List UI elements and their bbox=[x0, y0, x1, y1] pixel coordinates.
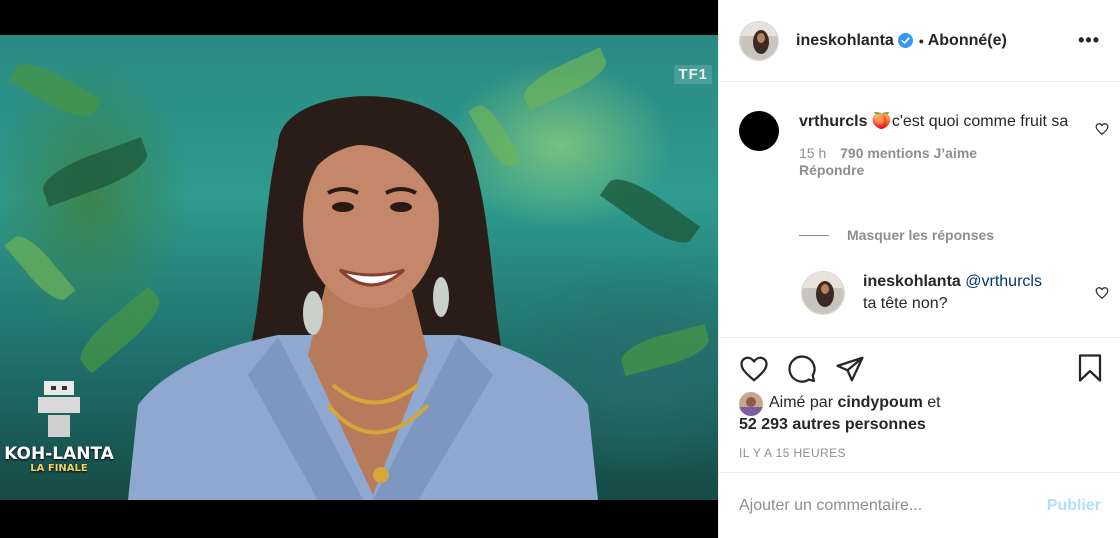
hide-replies-button[interactable]: Masquer les réponses bbox=[799, 227, 994, 243]
comment-time[interactable]: 15 h bbox=[799, 145, 826, 161]
post-timestamp[interactable]: IL Y A 15 HEURES bbox=[739, 446, 846, 460]
liker-avatar[interactable] bbox=[739, 392, 763, 416]
likes-count-button[interactable]: 52 293 autres personnes bbox=[739, 414, 941, 436]
hide-replies-line bbox=[799, 234, 829, 236]
video-frame: TF1 KOH-LANTA LA FINALE bbox=[0, 35, 718, 500]
commenter-username[interactable]: vrthurcls bbox=[799, 113, 867, 130]
reply-mention[interactable]: @vrthurcls bbox=[965, 273, 1042, 290]
reply-body: ineskohlanta @vrthurcls ta tête non? bbox=[863, 271, 1073, 315]
reply-author-avatar[interactable] bbox=[801, 271, 845, 315]
foliage bbox=[8, 54, 102, 126]
commenter-avatar[interactable] bbox=[739, 111, 779, 151]
verified-badge-icon bbox=[897, 33, 913, 48]
likes-summary: Aimé par cindypoum et 52 293 autres pers… bbox=[739, 392, 941, 436]
peach-emoji: 🍑 bbox=[871, 113, 892, 130]
likes-text: Aimé par cindypoum et 52 293 autres pers… bbox=[739, 392, 941, 436]
more-options-button[interactable]: ••• bbox=[1078, 30, 1100, 51]
comment-meta: 15 h 790 mentions J’aime Répondre bbox=[799, 145, 1069, 179]
save-bookmark-icon[interactable] bbox=[1075, 353, 1105, 383]
share-plane-icon[interactable] bbox=[835, 354, 865, 384]
show-subtitle: LA FINALE bbox=[30, 463, 88, 474]
comment-item: vrthurcls 🍑c'est quoi comme fruit sa 15 … bbox=[739, 111, 1109, 179]
foliage bbox=[617, 323, 713, 377]
channel-logo: TF1 bbox=[674, 65, 712, 84]
comment-body: vrthurcls 🍑c'est quoi comme fruit sa 15 … bbox=[799, 111, 1069, 179]
show-title: KOH-LANTA bbox=[4, 444, 114, 464]
comment-input[interactable] bbox=[739, 496, 1047, 515]
author-avatar[interactable] bbox=[739, 20, 779, 61]
action-icons bbox=[739, 354, 883, 384]
comment-likes[interactable]: 790 mentions J’aime bbox=[840, 145, 977, 161]
liked-by-conjunction: et bbox=[927, 394, 941, 411]
reply-text: ta tête non? bbox=[863, 295, 948, 312]
post-sidebar: ineskohlanta • Abonné(e) ••• vrthurcls 🍑… bbox=[718, 0, 1120, 538]
hide-replies-label: Masquer les réponses bbox=[847, 227, 995, 243]
like-heart-icon[interactable] bbox=[739, 354, 769, 384]
totem-icon bbox=[38, 381, 80, 437]
separator-dot: • bbox=[918, 32, 924, 49]
comment-like-heart-icon[interactable] bbox=[1095, 122, 1109, 136]
comment-bubble-icon[interactable] bbox=[787, 354, 817, 384]
publish-button[interactable]: Publier bbox=[1047, 497, 1101, 515]
add-comment-bar: Publier bbox=[719, 472, 1120, 538]
foliage bbox=[599, 169, 701, 253]
reply-like-heart-icon[interactable] bbox=[1095, 286, 1109, 300]
foliage bbox=[4, 229, 76, 307]
comment-text: c'est quoi comme fruit sa bbox=[891, 113, 1069, 130]
comments-list: vrthurcls 🍑c'est quoi comme fruit sa 15 … bbox=[719, 83, 1120, 337]
liked-by-user[interactable]: cindypoum bbox=[837, 394, 922, 411]
reply-item: ineskohlanta @vrthurcls ta tête non? bbox=[801, 271, 1109, 315]
reply-username[interactable]: ineskohlanta bbox=[863, 273, 961, 290]
follow-status-button[interactable]: Abonné(e) bbox=[928, 32, 1007, 50]
person-portrait bbox=[128, 96, 598, 500]
reply-button[interactable]: Répondre bbox=[799, 162, 1069, 179]
post-media[interactable]: TF1 KOH-LANTA LA FINALE bbox=[0, 0, 718, 538]
show-logo: KOH-LANTA LA FINALE bbox=[4, 381, 114, 474]
post-header: ineskohlanta • Abonné(e) ••• bbox=[719, 0, 1120, 82]
post-actions: Aimé par cindypoum et 52 293 autres pers… bbox=[719, 337, 1120, 472]
liked-by-prefix: Aimé par bbox=[769, 394, 834, 411]
author-username[interactable]: ineskohlanta bbox=[796, 32, 894, 50]
